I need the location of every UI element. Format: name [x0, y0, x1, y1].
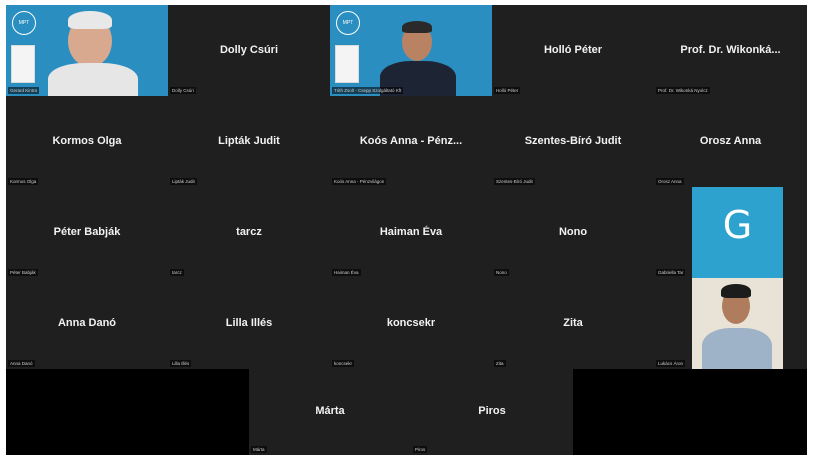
participant-name: koncsekr: [386, 316, 436, 329]
participant-tile-11[interactable]: Péter Babják Péter Babják: [6, 187, 168, 278]
organization-logo: MPT: [12, 11, 36, 35]
participant-name-tag: Lipták Judit: [170, 178, 197, 185]
participant-tile-10[interactable]: Orosz Anna Orosz Anna: [654, 96, 807, 187]
participant-name: Márta: [315, 404, 345, 417]
participant-name-tag: tarcz: [170, 269, 184, 276]
participant-tile-2[interactable]: Dolly Csúri Dolly Csúri: [168, 5, 330, 96]
participant-name-tag: Anna Danó: [8, 360, 35, 367]
participant-tile-14[interactable]: Nono Nono: [492, 187, 654, 278]
participant-figure: [38, 9, 148, 96]
avatar: G: [692, 187, 783, 278]
participant-name: Dolly Csúri: [219, 43, 279, 56]
poster-card: [11, 45, 35, 83]
participant-name-tag: Lukács Áron: [656, 360, 686, 367]
participant-name-tag: Prof. Dr. Wikonká Nyolcz: [656, 87, 710, 94]
meeting-gallery: MPT Gerard Kintra Dolly Csúri Dolly Csúr…: [6, 5, 807, 455]
participant-tile-17[interactable]: Lilla Illés Lilla Illés: [168, 278, 330, 369]
poster-card: [335, 45, 359, 83]
participant-video-20[interactable]: Lukács Áron: [654, 278, 807, 369]
participant-name-tag: koncsekr: [332, 360, 355, 367]
participant-figure: [370, 13, 470, 96]
participant-name-tag: Haiman Éva: [332, 269, 361, 276]
participant-name: Piros: [478, 404, 506, 417]
participant-name: Lipták Judit: [218, 134, 280, 147]
participant-tile-16[interactable]: Anna Danó Anna Danó: [6, 278, 168, 369]
participant-tile-6[interactable]: Kormos Olga Kormos Olga: [6, 96, 168, 187]
participant-figure: [692, 278, 783, 369]
participant-name-tag: Márta: [251, 446, 267, 453]
participant-name-tag: Gabriella Tar: [656, 269, 686, 276]
participant-name-tag: Kormos Olga: [8, 178, 39, 185]
participant-tile-4[interactable]: Holló Péter Holló Péter: [492, 5, 654, 96]
participant-name: tarcz: [236, 225, 262, 238]
participant-name-tag: Szentes-Bíró Judit: [494, 178, 535, 185]
participant-video-1[interactable]: MPT Gerard Kintra: [6, 5, 168, 96]
participant-name-tag: Dolly Csúri: [170, 87, 196, 94]
avatar-initial: G: [722, 203, 753, 247]
participant-tile-7[interactable]: Lipták Judit Lipták Judit: [168, 96, 330, 187]
participant-name: Orosz Anna: [699, 134, 762, 147]
participant-name-tag: Lilla Illés: [170, 360, 192, 367]
participant-tile-19[interactable]: Zita Zita: [492, 278, 654, 369]
participant-name-tag: Koós Anna - Pénzvilágon: [332, 178, 387, 185]
empty-area-right: [573, 369, 807, 455]
participant-name-tag: Tóth Zsolt - Csepp Szolgáltató Kft: [332, 87, 404, 94]
participant-name-tag: Gerard Kintra: [8, 87, 40, 94]
participant-tile-18[interactable]: koncsekr koncsekr: [330, 278, 492, 369]
video-feed: [692, 278, 783, 369]
participant-name: Szentes-Bíró Judit: [524, 134, 622, 147]
participant-name: Nono: [558, 225, 588, 238]
participant-name-tag: Holló Péter: [494, 87, 521, 94]
participant-name: Anna Danó: [57, 316, 117, 329]
participant-name-tag: Nono: [494, 269, 509, 276]
participant-name: Prof. Dr. Wikonká...: [680, 43, 781, 56]
participant-tile-5[interactable]: Prof. Dr. Wikonká... Prof. Dr. Wikonká N…: [654, 5, 807, 96]
participant-name-tag: Péter Babják: [8, 269, 38, 276]
empty-area-left: [6, 369, 249, 455]
participant-video-3[interactable]: MPT Tóth Zsolt - Csepp Szolgáltató Kft: [330, 5, 492, 96]
participant-name-tag: Piros: [413, 446, 428, 453]
participant-name: Koós Anna - Pénz...: [359, 134, 463, 147]
participant-tile-22[interactable]: Piros Piros: [411, 369, 573, 455]
organization-logo: MPT: [336, 11, 360, 35]
participant-tile-8[interactable]: Koós Anna - Pénz... Koós Anna - Pénzvilá…: [330, 96, 492, 187]
participant-name: Lilla Illés: [225, 316, 273, 329]
participant-name: Holló Péter: [543, 43, 603, 56]
participant-name: Péter Babják: [53, 225, 121, 238]
participant-tile-12[interactable]: tarcz tarcz: [168, 187, 330, 278]
participant-tile-9[interactable]: Szentes-Bíró Judit Szentes-Bíró Judit: [492, 96, 654, 187]
participant-tile-21[interactable]: Márta Márta: [249, 369, 411, 455]
participant-tile-13[interactable]: Haiman Éva Haiman Éva: [330, 187, 492, 278]
participant-name: Zita: [563, 316, 583, 329]
participant-name-tag: Zita: [494, 360, 506, 367]
participant-name: Kormos Olga: [52, 134, 122, 147]
participant-name-tag: Orosz Anna: [656, 178, 684, 185]
participant-name: Haiman Éva: [379, 225, 443, 238]
participant-tile-15[interactable]: G Gabriella Tar: [654, 187, 807, 278]
